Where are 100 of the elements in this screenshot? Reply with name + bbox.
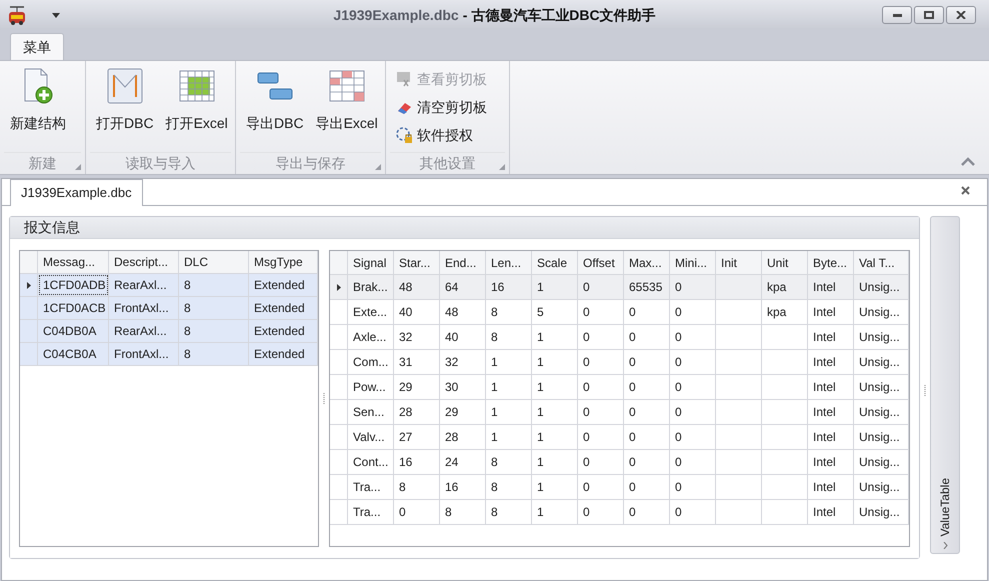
table-cell-text: 8	[491, 304, 498, 321]
column-header[interactable]: Messag...	[38, 251, 109, 273]
table-cell-text: 0	[629, 354, 636, 371]
table-cell-text: 0	[675, 454, 682, 471]
column-header[interactable]: Byte...	[808, 251, 854, 274]
column-header[interactable]: Scale	[532, 251, 578, 274]
table-cell-text: 1	[491, 429, 498, 446]
table-cell-text: 0	[629, 479, 636, 496]
table-cell-text: 0	[399, 504, 406, 521]
table-cell-text: 0	[675, 354, 682, 371]
table-row[interactable]: Cont... 16 24 8 1 0 0 0 Intel Unsig...	[330, 450, 909, 475]
table-cell-text: Brak...	[353, 279, 388, 296]
table-cell-text: Intel	[813, 379, 836, 396]
table-cell-text: 1	[537, 504, 544, 521]
group-caption: 新建	[28, 154, 56, 173]
table-row[interactable]: Valv... 27 28 1 1 0 0 0 Intel Unsig...	[330, 425, 909, 450]
table-cell-text: Unsig...	[859, 404, 900, 421]
ribbon-button[interactable]: 打开DBC	[90, 65, 160, 137]
table-cell-text: 0	[675, 329, 682, 346]
table-cell-text: 8	[184, 323, 191, 340]
column-header[interactable]: Offset	[578, 251, 624, 274]
column-header[interactable]: Unit	[762, 251, 808, 274]
table-cell-text: 29	[399, 379, 412, 396]
table-cell-text: Intel	[813, 329, 836, 346]
table-cell-text: Tra...	[353, 479, 381, 496]
table-row[interactable]: Tra... 8 16 8 1 0 0 0 Intel Unsig...	[330, 475, 909, 500]
table-cell-text: Extended	[254, 346, 305, 363]
table-cell-text: Intel	[813, 429, 836, 446]
window-title: - 古德曼汽车工业DBC文件助手	[462, 6, 656, 24]
table-row[interactable]: C04DB0A RearAxl... 8 Extended	[20, 320, 318, 343]
collapse-ribbon-icon[interactable]	[961, 157, 975, 166]
table-cell-text: 65535	[629, 279, 662, 296]
table-cell-text: 0	[629, 329, 636, 346]
column-header[interactable]: MsgType	[249, 251, 318, 273]
maximize-button[interactable]	[914, 6, 944, 24]
ribbon-button[interactable]: 软件授权	[396, 121, 487, 149]
ribbon-button[interactable]: 清空剪切板	[396, 93, 487, 121]
table-cell-text: 16	[399, 454, 412, 471]
column-header[interactable]: Descript...	[109, 251, 179, 273]
table-cell-text: 0	[583, 504, 590, 521]
close-icon[interactable]	[961, 186, 970, 195]
table-cell-text: Extended	[254, 300, 305, 317]
column-header[interactable]: Init	[716, 251, 762, 274]
column-header[interactable]: Val T...	[854, 251, 909, 274]
table-cell-text: 24	[445, 454, 458, 471]
table-cell-text: kpa	[767, 279, 786, 296]
table-cell-text: 1	[537, 329, 544, 346]
close-button[interactable]	[946, 6, 976, 24]
table-row[interactable]: Com... 31 32 1 1 0 0 0 Intel Unsig...	[330, 350, 909, 375]
column-header[interactable]: Mini...	[670, 251, 716, 274]
table-row[interactable]: Axle... 32 40 8 1 0 0 0 Intel Unsig...	[330, 325, 909, 350]
column-header[interactable]: Len...	[486, 251, 532, 274]
ribbon-button[interactable]: 导出DBC	[240, 65, 310, 137]
table-cell-text: 0	[675, 429, 682, 446]
table-row[interactable]: Pow... 29 30 1 1 0 0 0 Intel Unsig...	[330, 375, 909, 400]
table-cell-text: 0	[629, 379, 636, 396]
table-cell-text: 0	[675, 379, 682, 396]
dropdown-icon[interactable]	[52, 12, 60, 18]
table-cell-text: C04DB0A	[43, 323, 96, 340]
table-cell-text: Extended	[254, 277, 305, 294]
table-cell-text: 40	[445, 329, 458, 346]
minimize-button[interactable]	[882, 6, 912, 24]
column-header[interactable]: Star...	[394, 251, 440, 274]
table-cell-text: 8	[445, 504, 452, 521]
table-row[interactable]: Tra... 0 8 8 1 0 0 0 Intel Unsig...	[330, 500, 909, 525]
ribbon-button[interactable]: 打开Excel	[160, 65, 234, 137]
column-header[interactable]: DLC	[179, 251, 249, 273]
table-cell-text: 16	[491, 279, 504, 296]
table-cell-text: 1	[537, 429, 544, 446]
column-header[interactable]: Signal	[348, 251, 394, 274]
table-cell-text: Intel	[813, 454, 836, 471]
table-cell-text: Exte...	[353, 304, 388, 321]
column-header[interactable]: End...	[440, 251, 486, 274]
table-row[interactable]: C04CB0A FrontAxl... 8 Extended	[20, 343, 318, 366]
group-caption: 导出与保存	[276, 154, 346, 173]
table-cell-text: 0	[629, 429, 636, 446]
table-cell-text: Intel	[813, 354, 836, 371]
panel-title: 报文信息	[24, 218, 80, 237]
table-row[interactable]: 1CFD0ACB FrontAxl... 8 Extended	[20, 297, 318, 320]
side-panel[interactable]: ValueTable	[930, 216, 960, 554]
table-row[interactable]: Brak... 48 64 16 1 0 65535 0 kpa Intel Unsig...	[330, 275, 909, 300]
current-row-icon	[26, 282, 30, 288]
window-title: J1939Example.dbc	[333, 6, 459, 25]
document-tab[interactable]: J1939Example.dbc	[10, 179, 143, 206]
table-cell-text: Unsig...	[859, 279, 900, 296]
table-cell-text: 64	[445, 279, 458, 296]
table-row[interactable]: Exte... 40 48 8 5 0 0 0 kpa Intel Unsig...	[330, 300, 909, 325]
ribbon-button[interactable]: 新建结构	[4, 65, 72, 137]
ribbon-tab[interactable]: 菜单	[10, 33, 64, 60]
column-header[interactable]: Max...	[624, 251, 670, 274]
table-cell-text: 28	[399, 404, 412, 421]
table-cell-text: 8	[184, 277, 191, 294]
current-row-icon	[336, 284, 340, 290]
ribbon-button[interactable]: 导出Excel	[310, 65, 384, 137]
tram-icon[interactable]	[6, 4, 28, 26]
table-row[interactable]: Sen... 28 29 1 1 0 0 0 Intel Unsig...	[330, 400, 909, 425]
table-cell-text: Unsig...	[859, 454, 900, 471]
table-row[interactable]: 1CFD0ADB RearAxl... 8 Extended	[20, 274, 318, 297]
group-caption: 读取与导入	[126, 154, 196, 173]
table-cell-text: 32	[445, 354, 458, 371]
